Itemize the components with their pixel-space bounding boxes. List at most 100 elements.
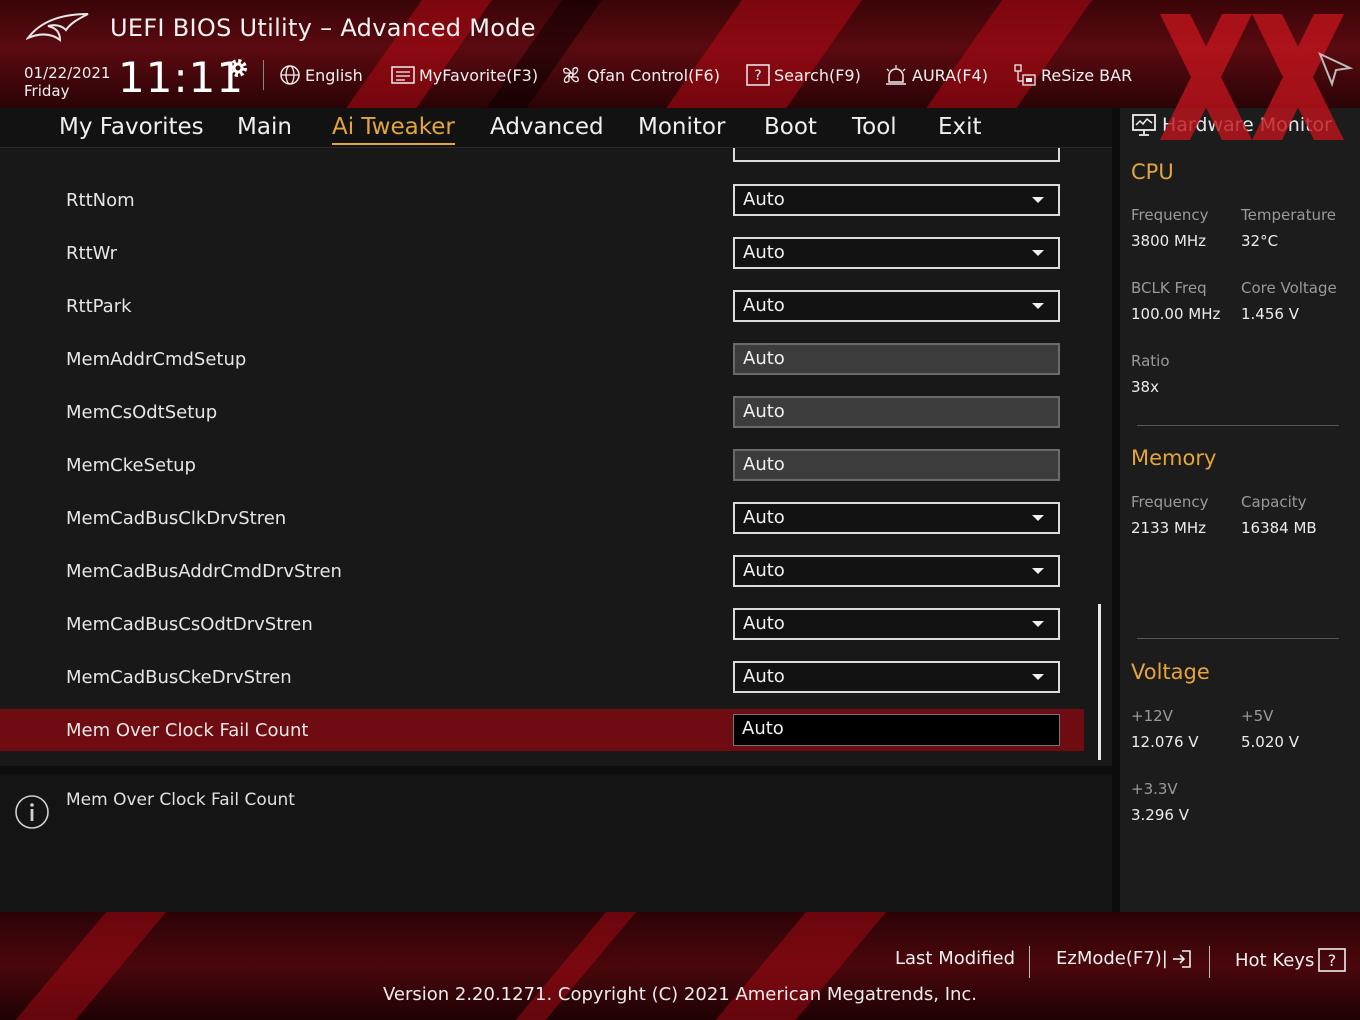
monitor-icon	[1132, 114, 1156, 136]
setting-label: MemAddrCmdSetup	[66, 349, 247, 370]
hot-keys-button[interactable]: Hot Keys ?	[1235, 948, 1347, 972]
search-button[interactable]: ? Search(F9)	[746, 62, 861, 88]
footer-bar: Last Modified EzMode(F7)| Hot Keys ? Ver…	[0, 912, 1360, 1020]
setting-value: Auto	[743, 295, 785, 316]
setting-text-field[interactable]: Auto	[733, 449, 1060, 481]
setting-row-rttwr[interactable]: RttWr Auto	[0, 232, 1084, 274]
memory-frequency-value: 2133 MHz	[1131, 519, 1207, 537]
setting-row-mem-over-clock-fail-count[interactable]: Mem Over Clock Fail Count Auto	[0, 709, 1084, 751]
header-decor	[643, 0, 877, 108]
setting-row-memcadbuscsodtdrvstren[interactable]: MemCadBusCsOdtDrvStren Auto	[0, 603, 1084, 645]
setting-text-field[interactable]: Auto	[733, 714, 1060, 746]
tab-ai-tweaker[interactable]: Ai Tweaker	[332, 112, 455, 145]
language-button[interactable]: English	[279, 62, 363, 88]
cpu-frequency-label: Frequency	[1131, 206, 1209, 224]
gear-icon[interactable]	[226, 56, 250, 80]
memory-capacity-value: 16384 MB	[1241, 519, 1317, 537]
globe-icon	[280, 65, 300, 85]
cpu-heading: CPU	[1131, 160, 1174, 184]
search-label: Search(F9)	[774, 65, 861, 85]
v12-label: +12V	[1131, 707, 1173, 725]
section-divider	[1137, 638, 1339, 639]
version-copyright: Version 2.20.1271. Copyright (C) 2021 Am…	[382, 984, 978, 1005]
footer-divider	[1029, 946, 1030, 978]
setting-dropdown[interactable]: Auto	[733, 237, 1060, 269]
setting-dropdown[interactable]: Auto	[733, 661, 1060, 693]
setting-row-memcadbuscekdrvstren[interactable]: MemCadBusCkeDrvStren Auto	[0, 656, 1084, 698]
setting-label: MemCadBusAddrCmdDrvStren	[66, 561, 342, 582]
setting-row-memcsodtsetup[interactable]: MemCsOdtSetup Auto	[0, 391, 1084, 433]
setting-value: Auto	[743, 348, 785, 369]
chevron-down-icon	[1032, 621, 1044, 627]
setting-label: Mem Over Clock Fail Count	[66, 720, 309, 741]
my-favorite-label: MyFavorite(F3)	[419, 65, 539, 85]
tab-tool[interactable]: Tool	[852, 112, 897, 142]
setting-dropdown[interactable]: Auto	[733, 608, 1060, 640]
setting-value: Auto	[743, 613, 785, 634]
cpu-temperature-label: Temperature	[1241, 206, 1337, 224]
setting-row-memcadbusclkdrvstren[interactable]: MemCadBusClkDrvStren Auto	[0, 497, 1084, 539]
setting-row-memaddrcmdsetup[interactable]: MemAddrCmdSetup Auto	[0, 338, 1084, 380]
ratio-label: Ratio	[1131, 352, 1170, 370]
resize-bar-label: ReSize BAR	[1041, 65, 1133, 85]
tab-main[interactable]: Main	[237, 112, 292, 142]
setting-label: MemCadBusCsOdtDrvStren	[66, 614, 313, 635]
core-voltage-value: 1.456 V	[1241, 305, 1299, 323]
svg-text:?: ?	[754, 68, 761, 84]
v12-value: 12.076 V	[1131, 733, 1199, 751]
header-bar: UEFI BIOS Utility – Advanced Mode 01/22/…	[0, 0, 1360, 108]
help-search-icon: ?	[746, 64, 770, 86]
setting-dropdown[interactable]: Auto	[733, 290, 1060, 322]
v33-value: 3.296 V	[1131, 806, 1189, 824]
resize-bar-button[interactable]: ReSize BAR	[1013, 62, 1132, 88]
last-modified-button[interactable]: Last Modified	[895, 948, 1015, 969]
setting-value: Auto	[743, 560, 785, 581]
chevron-down-icon	[1032, 303, 1044, 309]
partial-setting-field[interactable]	[733, 148, 1060, 162]
tab-exit[interactable]: Exit	[938, 112, 982, 142]
my-favorite-button[interactable]: MyFavorite(F3)	[391, 62, 538, 88]
v5-label: +5V	[1241, 707, 1274, 725]
cpu-frequency-value: 3800 MHz	[1131, 232, 1207, 250]
setting-dropdown[interactable]: Auto	[733, 555, 1060, 587]
chevron-down-icon	[1032, 674, 1044, 680]
setting-row-rttpark[interactable]: RttPark Auto	[0, 285, 1084, 327]
chevron-down-icon	[1032, 568, 1044, 574]
header-decor	[903, 0, 1107, 108]
favorite-list-icon	[391, 66, 415, 84]
aura-button[interactable]: AURA(F4)	[884, 62, 988, 88]
setting-dropdown[interactable]: Auto	[733, 502, 1060, 534]
tab-my-favorites[interactable]: My Favorites	[59, 112, 204, 142]
setting-text-field[interactable]: Auto	[733, 396, 1060, 428]
language-label: English	[305, 65, 363, 85]
setting-row-memcadbusaddrcmddrvstren[interactable]: MemCadBusAddrCmdDrvStren Auto	[0, 550, 1084, 592]
setting-label: RttPark	[66, 296, 132, 317]
memory-capacity-label: Capacity	[1241, 493, 1307, 511]
setting-row-rttnom[interactable]: RttNom Auto	[0, 179, 1084, 221]
day-value: Friday	[24, 82, 70, 100]
settings-scrollbar[interactable]	[1098, 604, 1101, 760]
setting-row-memckesetup[interactable]: MemCkeSetup Auto	[0, 444, 1084, 486]
qfan-control-button[interactable]: Qfan Control(F6)	[559, 62, 720, 88]
tab-advanced[interactable]: Advanced	[490, 112, 604, 142]
setting-dropdown[interactable]: Auto	[733, 184, 1060, 216]
info-icon	[15, 795, 49, 829]
footer-divider	[1209, 946, 1210, 978]
ezmode-button[interactable]: EzMode(F7)|	[1056, 948, 1192, 969]
tab-monitor[interactable]: Monitor	[638, 112, 725, 142]
chevron-down-icon	[1032, 197, 1044, 203]
setting-text-field[interactable]: Auto	[733, 343, 1060, 375]
setting-value: Auto	[743, 189, 785, 210]
setting-value: Auto	[743, 454, 785, 475]
ezmode-label: EzMode(F7)|	[1056, 948, 1168, 969]
tab-boot[interactable]: Boot	[764, 112, 817, 142]
header-divider	[263, 60, 264, 90]
setting-label: RttWr	[66, 243, 118, 264]
setting-value: Auto	[743, 507, 785, 528]
resize-bar-icon	[1014, 64, 1036, 86]
last-modified-label: Last Modified	[895, 948, 1016, 969]
chevron-down-icon	[1032, 250, 1044, 256]
setting-label: MemCsOdtSetup	[66, 402, 218, 423]
memory-heading: Memory	[1131, 446, 1217, 470]
hardware-monitor-panel: Hardware Monitor CPU Frequency Temperatu…	[1120, 108, 1360, 912]
